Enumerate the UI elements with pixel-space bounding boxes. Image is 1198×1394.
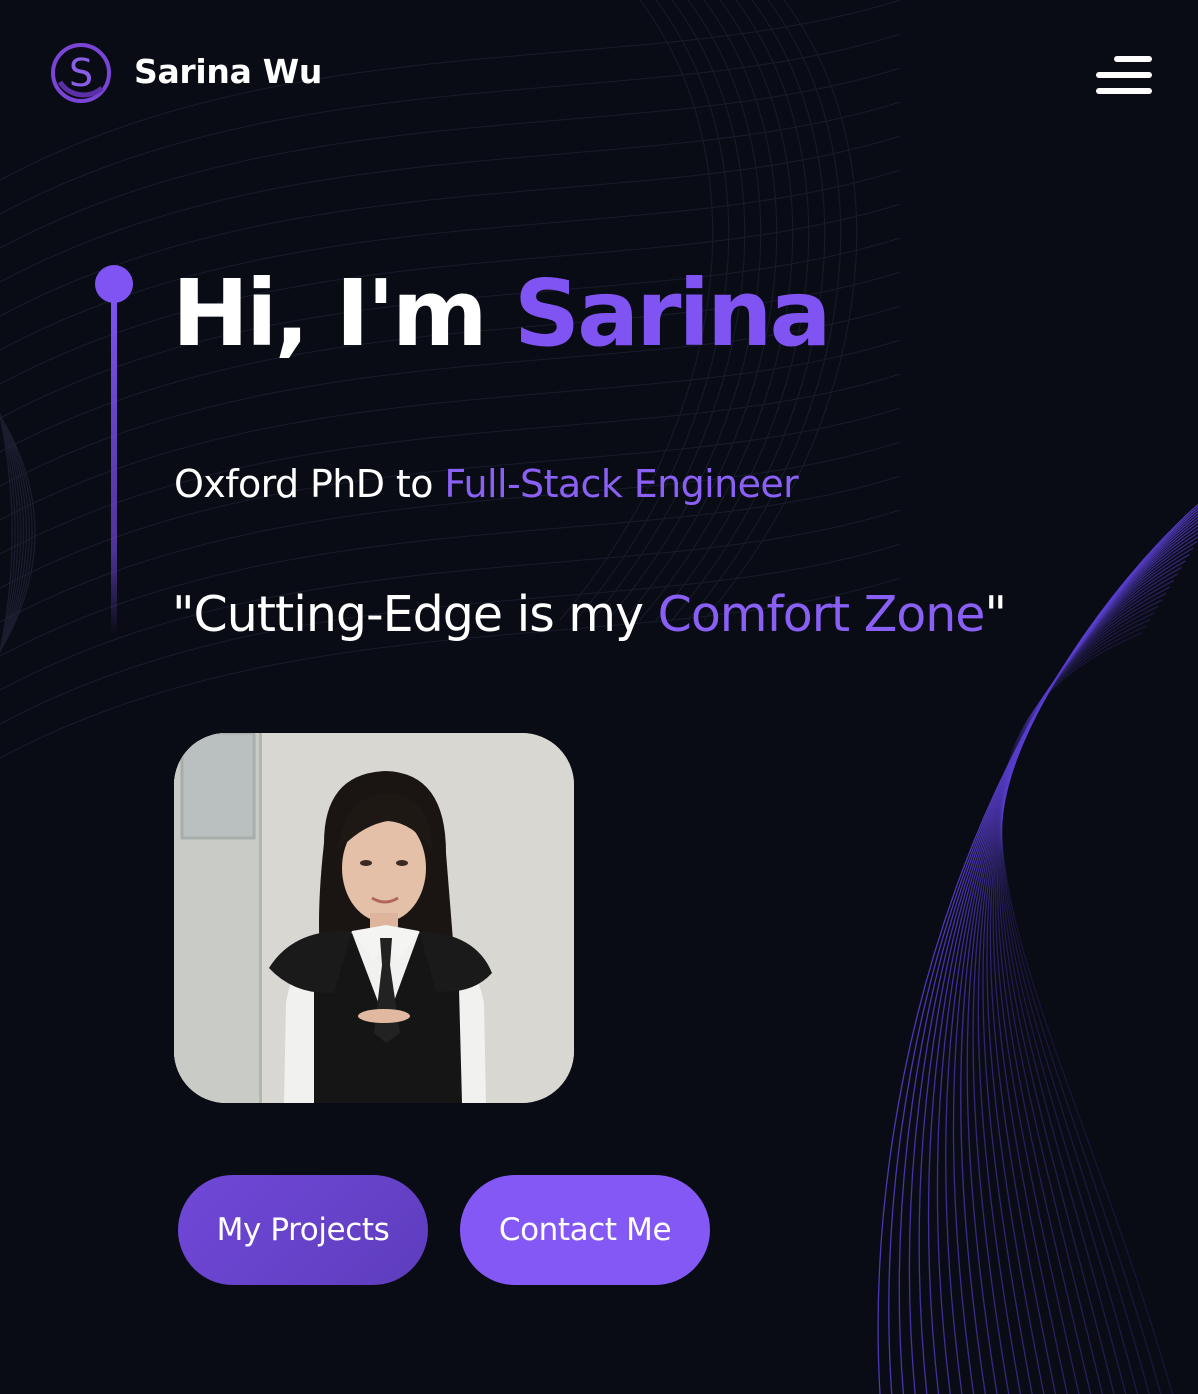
hero-title: Hi, I'm Sarina bbox=[172, 254, 832, 374]
timeline-accent bbox=[95, 265, 133, 634]
circle-s-logo-icon[interactable]: S bbox=[48, 40, 114, 106]
site-header: S Sarina Wu bbox=[0, 0, 1198, 150]
profile-photo bbox=[174, 733, 574, 1103]
hero-subtitle: Oxford PhD to Full-Stack Engineer bbox=[174, 460, 799, 508]
hero-tagline: "Cutting-Edge is my Comfort Zone" bbox=[172, 584, 1007, 646]
subtitle-accent: Full-Stack Engineer bbox=[444, 462, 799, 506]
tagline-accent: Comfort Zone bbox=[657, 586, 986, 643]
hamburger-menu-icon[interactable] bbox=[1092, 54, 1154, 96]
hero-name: Sarina bbox=[513, 260, 832, 367]
hero-greeting: Hi, I'm bbox=[172, 260, 514, 367]
contact-me-button[interactable]: Contact Me bbox=[460, 1175, 710, 1285]
my-projects-button[interactable]: My Projects bbox=[178, 1175, 428, 1285]
brand-name[interactable]: Sarina Wu bbox=[134, 52, 322, 91]
tagline-prefix: "Cutting-Edge is my bbox=[172, 586, 658, 643]
page: S Sarina Wu Hi, I'm Sarina Oxford PhD to… bbox=[0, 0, 1198, 1394]
tagline-suffix: " bbox=[984, 586, 1007, 643]
subtitle-prefix: Oxford PhD to bbox=[174, 462, 445, 506]
logo-letter: S bbox=[69, 51, 93, 95]
